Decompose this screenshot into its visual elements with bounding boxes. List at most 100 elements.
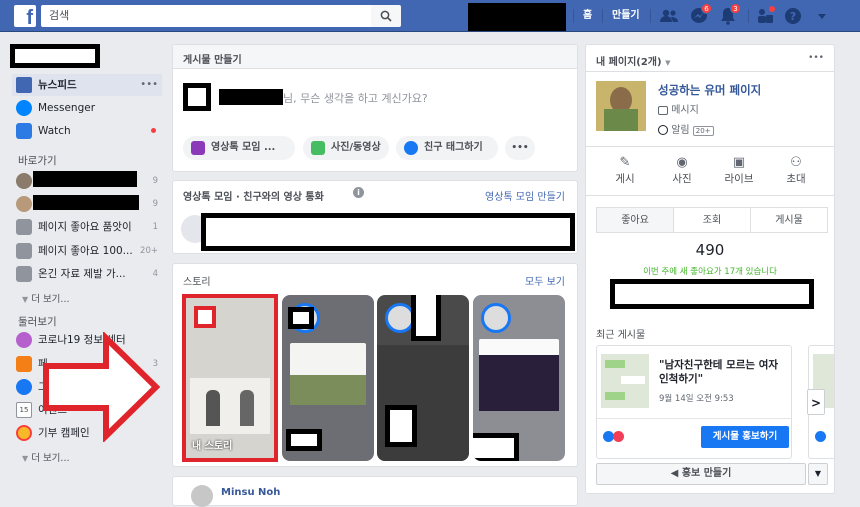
search-input[interactable]: 검색: [41, 5, 371, 27]
sidebar-more-options[interactable]: •••: [140, 74, 158, 96]
redacted-name: [385, 405, 417, 447]
see-more-label: 더 보기...: [31, 294, 70, 305]
story-tile[interactable]: [473, 295, 565, 461]
likes-note: 이번 주에 새 좋아요가 17개 있습니다: [643, 267, 777, 277]
avatar: [206, 390, 220, 426]
sidebar-item-label: Watch: [38, 125, 71, 137]
shortcut-count: 4: [152, 269, 158, 279]
pill-label: 사진/동영상: [331, 142, 381, 153]
avatar: [604, 109, 638, 131]
my-pages-more-button[interactable]: •••: [808, 53, 824, 63]
messenger-icon: [16, 100, 32, 116]
group-icon: [16, 243, 32, 259]
tab-likes[interactable]: 좋아요: [596, 207, 674, 233]
chevron-down-icon: ▼: [665, 59, 671, 67]
thumbnail-bubble: [605, 360, 625, 368]
my-pages-header[interactable]: 내 페이지(2개) ▼: [596, 53, 670, 68]
recent-post-card[interactable]: "남자친구한테 모르는 여자인척하기" 9월 14일 오전 9:53 게시물 홍…: [596, 345, 792, 459]
watch-icon: [16, 123, 32, 139]
see-all-stories-link[interactable]: 모두 보기: [525, 273, 565, 288]
promote-dropdown-button[interactable]: ▼: [808, 463, 828, 485]
rooms-title: 영상톡 모임 · 친구와의 영상 통화: [183, 192, 324, 203]
page-name-link[interactable]: 성공하는 유머 페이지: [658, 82, 761, 98]
page-notifications-link[interactable]: 알림 20+: [658, 121, 714, 136]
recent-posts-title: 최근 게시물: [596, 330, 646, 341]
feed-post-card: Minsu Noh: [172, 476, 578, 507]
see-more-explore-link[interactable]: ▼ 더 보기...: [22, 450, 70, 464]
sidebar-item-messenger[interactable]: Messenger: [12, 97, 162, 119]
sidebar-item-label: 페이지 좋아요 100...: [38, 245, 133, 257]
my-pages-card: 내 페이지(2개) ▼ ••• 성공하는 유머 페이지 메시지 알림 20+ ✎…: [585, 44, 835, 494]
nav-create-link[interactable]: 만들기: [612, 0, 640, 32]
create-room-link[interactable]: 영상톡 모임 만들기: [485, 188, 565, 203]
avatar[interactable]: [191, 485, 213, 507]
page-post-action[interactable]: ✎ 게시: [600, 155, 650, 186]
search-icon: [380, 10, 392, 22]
recent-post-text: "남자친구한테 모르는 여자인척하기": [659, 359, 779, 385]
page-messages-link[interactable]: 메시지: [658, 101, 699, 116]
my-story-label: 내 스토리: [192, 441, 233, 452]
messenger-badge: 6: [701, 3, 712, 14]
story-tile[interactable]: [377, 295, 469, 461]
tab-posts[interactable]: 게시물: [750, 207, 828, 233]
tab-views[interactable]: 조회: [673, 207, 751, 233]
account-menu-chevron-icon[interactable]: [813, 7, 831, 25]
shortcut-count: 9: [152, 199, 158, 209]
avatar: [16, 173, 32, 189]
my-pages-header-label: 내 페이지(2개): [596, 57, 662, 68]
megaphone-icon: ◀: [670, 468, 679, 479]
boost-post-button[interactable]: 게시물 홍보하기: [701, 426, 789, 448]
sidebar-item-watch[interactable]: Watch: [12, 120, 162, 142]
composer-prompt-input[interactable]: 님, 무슨 생각을 하고 계신가요?: [283, 90, 428, 106]
page-live-action[interactable]: ▣ 라이브: [714, 155, 764, 186]
friend-requests-icon[interactable]: [660, 7, 678, 25]
carousel-next-button[interactable]: >: [807, 389, 825, 415]
shortcut-item-group[interactable]: 페이지 좋아요 100... 20+: [12, 240, 162, 262]
story-tile[interactable]: [282, 295, 374, 461]
search-button[interactable]: [371, 5, 401, 27]
facebook-logo[interactable]: f: [14, 5, 36, 27]
newsfeed-icon: [16, 77, 32, 93]
nav-divider: [602, 9, 603, 23]
post-thumbnail: [601, 354, 649, 408]
rooms-button[interactable]: 영상톡 모임 ...: [183, 136, 295, 160]
info-icon[interactable]: i: [353, 187, 364, 198]
recent-post-date: 9월 14일 오전 9:53: [659, 394, 734, 404]
photo-video-button[interactable]: 사진/동영상: [303, 136, 389, 160]
chevron-down-icon: ▼: [814, 469, 822, 478]
nav-divider: [573, 9, 574, 23]
nav-home-link[interactable]: 홈: [583, 0, 592, 32]
sidebar-item-newsfeed[interactable]: 뉴스피드 •••: [12, 74, 162, 96]
thumbnail-bubble: [605, 392, 625, 400]
composer-title: 게시물 만들기: [183, 55, 242, 66]
globe-icon: [658, 125, 668, 135]
page-invite-action[interactable]: ⚇ 초대: [771, 155, 821, 186]
composer-more-button[interactable]: •••: [505, 136, 535, 160]
redacted-user-name: [10, 44, 100, 68]
shortcut-item-group[interactable]: 페이지 좋아요 품앗이 1: [12, 216, 162, 238]
my-story-tile[interactable]: 내 스토리: [182, 294, 278, 462]
redacted-avatar: [194, 306, 216, 328]
avatar: [16, 196, 32, 212]
help-icon[interactable]: ?: [784, 7, 802, 25]
action-label: 초대: [786, 173, 806, 185]
pill-label: 친구 태그하기: [424, 142, 483, 153]
redacted-name: [286, 429, 322, 451]
tag-friends-icon: [404, 141, 418, 155]
page-profile-photo[interactable]: [596, 81, 646, 131]
page-photo-action[interactable]: ◉ 사진: [657, 155, 707, 186]
action-label: 게시: [615, 173, 635, 185]
flag-icon: [16, 356, 32, 372]
see-more-shortcuts-link[interactable]: ▼ 더 보기...: [22, 291, 70, 305]
shortcut-item-group[interactable]: 온긴 자료 제발 가... 4: [12, 263, 162, 285]
redacted-avatar: [288, 307, 314, 329]
divider: [586, 195, 834, 196]
love-reaction-icon: [613, 431, 624, 442]
sidebar-item-label: Messenger: [38, 102, 96, 114]
tag-friends-button[interactable]: 친구 태그하기: [396, 136, 498, 160]
redacted-room-avatars: [201, 213, 575, 251]
chevron-down-icon: ▼: [22, 454, 29, 463]
promote-button[interactable]: ◀ 홍보 만들기: [596, 463, 806, 485]
chat-icon: [658, 105, 668, 115]
shortcut-count: 1: [152, 222, 158, 232]
